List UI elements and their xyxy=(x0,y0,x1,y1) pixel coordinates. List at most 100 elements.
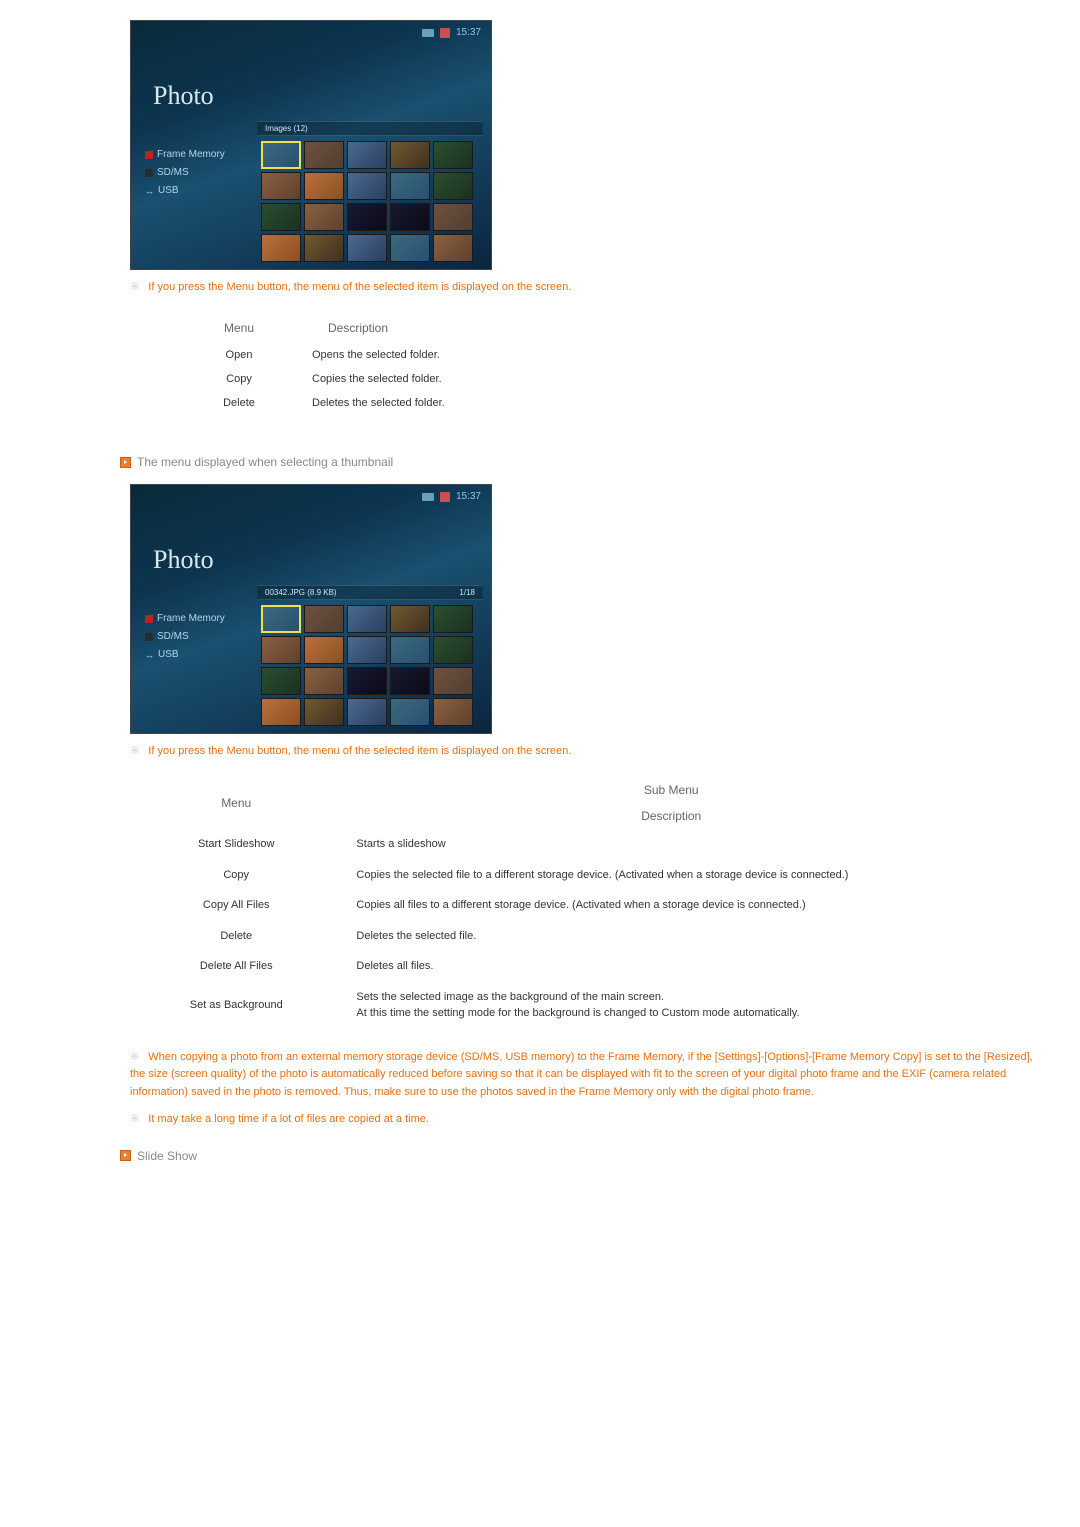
clock-time: 15:37 xyxy=(456,27,481,38)
thumbnail[interactable] xyxy=(304,172,344,200)
table-row: Set as Background Sets the selected imag… xyxy=(130,982,1000,1029)
thumbnail[interactable] xyxy=(261,698,301,726)
thumbnail[interactable] xyxy=(390,636,430,664)
menu-name: Delete xyxy=(130,921,342,952)
thumbnail[interactable] xyxy=(433,203,473,231)
table-row: Open Opens the selected folder. xyxy=(180,343,758,367)
thumbnail[interactable] xyxy=(347,203,387,231)
menu-name: Delete All Files xyxy=(130,951,342,982)
thumbnail[interactable] xyxy=(390,141,430,169)
thumbnail[interactable] xyxy=(261,172,301,200)
thumbnail[interactable] xyxy=(304,234,344,262)
thumbnail[interactable] xyxy=(433,141,473,169)
screen-title: Photo xyxy=(153,81,214,111)
section-heading-text: Slide Show xyxy=(137,1149,197,1163)
bullet-icon xyxy=(120,457,131,468)
thumbnail[interactable] xyxy=(261,636,301,664)
table-row: Copy Copies the selected file to a diffe… xyxy=(130,860,1000,891)
thumbnail[interactable] xyxy=(433,234,473,262)
sidebar-item-label: USB xyxy=(158,182,179,200)
thumbnail[interactable] xyxy=(390,667,430,695)
storage-icon xyxy=(440,492,450,502)
sidebar-item-frame-memory[interactable]: Frame Memory xyxy=(145,146,225,164)
menu-desc: Opens the selected folder. xyxy=(298,343,758,367)
thumbnail[interactable] xyxy=(304,698,344,726)
screen-header-bar: 00342.JPG (8.9 KB) 1/18 xyxy=(257,585,483,600)
thumbnail[interactable] xyxy=(261,203,301,231)
menu-desc: Copies the selected file to a different … xyxy=(342,860,1000,891)
thumbnail[interactable] xyxy=(433,667,473,695)
sdms-icon xyxy=(145,169,153,177)
table-header-menu: Menu xyxy=(180,313,298,343)
table-row: Delete Deletes the selected file. xyxy=(130,921,1000,952)
section-heading-thumbnail-menu: The menu displayed when selecting a thum… xyxy=(120,455,1040,469)
table-header-description: Description xyxy=(298,313,758,343)
menu-desc: Copies all files to a different storage … xyxy=(342,890,1000,921)
note-marker-icon: ※ xyxy=(130,1051,139,1063)
thumbnail[interactable] xyxy=(433,698,473,726)
usb-icon: ↔ xyxy=(145,182,154,200)
menu-desc: Deletes all files. xyxy=(342,951,1000,982)
thumbnail[interactable] xyxy=(261,234,301,262)
thumbnail[interactable] xyxy=(347,234,387,262)
section-heading-slide-show: Slide Show xyxy=(120,1149,1040,1163)
thumbnail[interactable] xyxy=(433,636,473,664)
thumbnail[interactable] xyxy=(261,605,301,633)
thumbnail[interactable] xyxy=(433,605,473,633)
thumbnail[interactable] xyxy=(304,203,344,231)
header-right: 1/18 xyxy=(459,588,475,597)
menu-name: Copy xyxy=(130,860,342,891)
screenshot-photo-folder: 15:37 Photo Images (12) Frame Memory SD/… xyxy=(130,20,492,270)
thumbnail[interactable] xyxy=(304,141,344,169)
thumbnail[interactable] xyxy=(390,234,430,262)
menu-desc: Sets the selected image as the backgroun… xyxy=(342,982,1000,1029)
sidebar-item-label: USB xyxy=(158,646,179,664)
sidebar-item-usb[interactable]: ↔ USB xyxy=(145,646,225,664)
sd-card-icon xyxy=(422,29,434,37)
sidebar-item-sdms[interactable]: SD/MS xyxy=(145,164,225,182)
sidebar-item-usb[interactable]: ↔ USB xyxy=(145,182,225,200)
thumbnail-grid xyxy=(261,141,473,262)
thumbnail[interactable] xyxy=(347,698,387,726)
screen-title: Photo xyxy=(153,545,214,575)
frame-memory-icon xyxy=(145,615,153,623)
sidebar-item-label: SD/MS xyxy=(157,164,189,182)
note-text: If you press the Menu button, the menu o… xyxy=(148,745,571,757)
menu-name: Set as Background xyxy=(130,982,342,1029)
table-row: Start Slideshow Starts a slideshow xyxy=(130,829,1000,860)
menu-name: Copy xyxy=(180,367,298,391)
sidebar-item-sdms[interactable]: SD/MS xyxy=(145,628,225,646)
thumbnail[interactable] xyxy=(390,605,430,633)
thumbnail[interactable] xyxy=(347,667,387,695)
thumbnail[interactable] xyxy=(347,141,387,169)
thumbnail[interactable] xyxy=(347,605,387,633)
sdms-icon xyxy=(145,633,153,641)
sidebar-item-frame-memory[interactable]: Frame Memory xyxy=(145,610,225,628)
header-label: Images (12) xyxy=(265,124,308,133)
header-label: 00342.JPG (8.9 KB) xyxy=(265,588,337,597)
thumbnail[interactable] xyxy=(390,203,430,231)
menu-desc: Copies the selected folder. xyxy=(298,367,758,391)
thumbnail[interactable] xyxy=(304,605,344,633)
thumbnail[interactable] xyxy=(390,172,430,200)
thumbnail[interactable] xyxy=(304,636,344,664)
storage-sidebar: Frame Memory SD/MS ↔ USB xyxy=(145,610,225,664)
thumbnail-menu-table: Menu Sub Menu Description Start Slidesho… xyxy=(130,777,1000,1029)
thumbnail-grid xyxy=(261,605,473,726)
thumbnail[interactable] xyxy=(433,172,473,200)
frame-memory-icon xyxy=(145,151,153,159)
thumbnail[interactable] xyxy=(347,636,387,664)
note-text: If you press the Menu button, the menu o… xyxy=(148,281,571,293)
screen-header-bar: Images (12) xyxy=(257,121,483,136)
menu-desc: Deletes the selected folder. xyxy=(298,391,758,415)
thumbnail[interactable] xyxy=(347,172,387,200)
note-marker-icon: ※ xyxy=(130,1113,139,1125)
table-row: Copy All Files Copies all files to a dif… xyxy=(130,890,1000,921)
thumbnail[interactable] xyxy=(304,667,344,695)
thumbnail[interactable] xyxy=(390,698,430,726)
sidebar-item-label: Frame Memory xyxy=(157,610,225,628)
thumbnail[interactable] xyxy=(261,667,301,695)
thumbnail[interactable] xyxy=(261,141,301,169)
status-bar: 15:37 xyxy=(422,491,481,502)
clock-time: 15:37 xyxy=(456,491,481,502)
